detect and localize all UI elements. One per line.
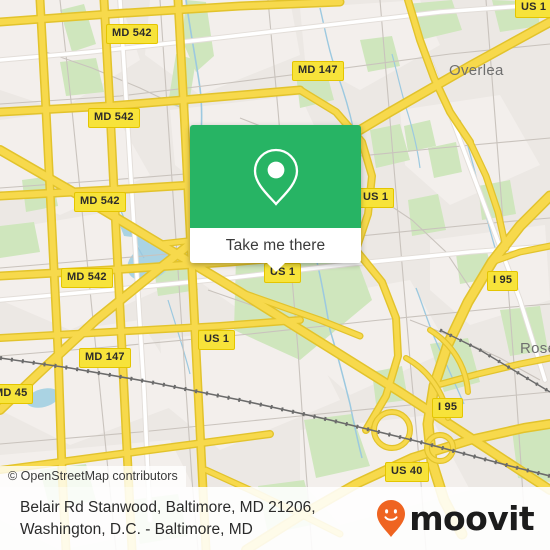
osm-attribution[interactable]: © OpenStreetMap contributors xyxy=(0,466,186,487)
route-shield: MD 542 xyxy=(74,192,126,212)
route-shield: MD 542 xyxy=(106,24,158,44)
take-me-there-label: Take me there xyxy=(225,236,326,254)
map-pin-icon xyxy=(253,148,298,206)
poi-callout-card[interactable]: Take me there xyxy=(190,125,361,272)
address-line-2: Washington, D.C. - Baltimore, MD xyxy=(20,520,253,538)
footer-bar: Belair Rd Stanwood, Baltimore, MD 21206,… xyxy=(0,487,550,550)
route-shield: US 1 xyxy=(515,0,550,18)
route-shield: US 40 xyxy=(385,462,429,482)
route-shield: US 1 xyxy=(357,188,395,208)
route-shield: US 1 xyxy=(198,330,236,350)
route-shield: I 95 xyxy=(487,271,519,291)
route-shield: MD 45 xyxy=(0,384,34,404)
route-shield: I 95 xyxy=(432,398,464,418)
callout-tail xyxy=(265,262,286,272)
moovit-wordmark: moovit xyxy=(409,499,534,538)
moovit-smiley-pin-icon xyxy=(377,499,406,537)
poi-card-header xyxy=(190,125,361,228)
map-screenshot: MD 542 MD 147 US 1 MD 542 MD 542 US 1 MD… xyxy=(0,0,550,550)
route-shield: MD 147 xyxy=(292,61,344,81)
moovit-logo[interactable]: moovit xyxy=(376,499,535,539)
place-label-overlea: Overlea xyxy=(449,62,504,79)
poi-card-action-bar[interactable]: Take me there xyxy=(190,228,361,272)
address-line-1: Belair Rd Stanwood, Baltimore, MD 21206, xyxy=(20,498,316,516)
place-label-rosedale: Rose xyxy=(520,340,550,357)
route-shield: MD 147 xyxy=(79,348,131,368)
route-shield: MD 542 xyxy=(61,268,113,288)
address-block: Belair Rd Stanwood, Baltimore, MD 21206,… xyxy=(20,497,316,541)
route-shield: MD 542 xyxy=(88,108,140,128)
